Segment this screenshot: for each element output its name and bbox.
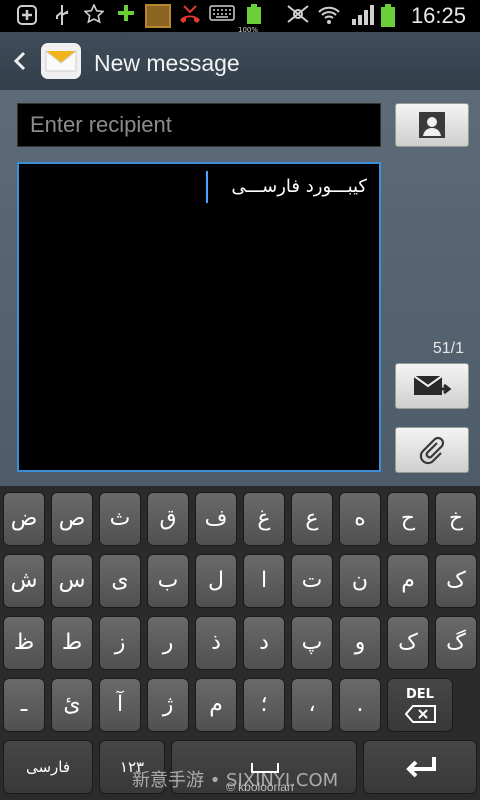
missed-call-icon: [176, 4, 204, 28]
key-row1-10[interactable]: ض: [3, 492, 45, 546]
language-key[interactable]: فارسی: [3, 740, 93, 794]
enter-key[interactable]: [363, 740, 477, 794]
key-row3-4[interactable]: پ: [291, 616, 333, 670]
key-row2-1[interactable]: ک: [435, 554, 477, 608]
key-row2-7[interactable]: ب: [147, 554, 189, 608]
mute-icon: [284, 4, 312, 28]
back-icon[interactable]: [8, 44, 32, 78]
signal-icon: [350, 4, 376, 28]
key-row1-6[interactable]: ف: [195, 492, 237, 546]
key-row3-9[interactable]: ط: [51, 616, 93, 670]
key-row4-8[interactable]: ـ: [3, 678, 45, 732]
key-row2-10[interactable]: ش: [3, 554, 45, 608]
text-cursor: [206, 171, 208, 203]
key-row1-9[interactable]: ص: [51, 492, 93, 546]
wifi-icon: [316, 4, 342, 28]
key-row1-4[interactable]: ع: [291, 492, 333, 546]
key-row3-8[interactable]: ز: [99, 616, 141, 670]
key-row3-5[interactable]: د: [243, 616, 285, 670]
key-row2-6[interactable]: ل: [195, 554, 237, 608]
credit-text: © kboloorian: [226, 780, 294, 794]
contacts-button[interactable]: [395, 103, 469, 147]
key-row2-4[interactable]: ت: [291, 554, 333, 608]
key-row3-2[interactable]: ک: [387, 616, 429, 670]
add-icon: [14, 4, 40, 28]
paperclip-icon: [419, 436, 445, 465]
compose-area: کیبـــورد فارســـی 51/1: [0, 90, 480, 486]
key-row4-6[interactable]: آ: [99, 678, 141, 732]
character-counter: 51/1: [432, 340, 464, 357]
battery-full-icon: [378, 4, 398, 28]
recipient-field[interactable]: [17, 103, 381, 147]
key-row1-5[interactable]: غ: [243, 492, 285, 546]
enter-icon: [406, 757, 436, 778]
key-row1-3[interactable]: ه: [339, 492, 381, 546]
key-row2-5[interactable]: ا: [243, 554, 285, 608]
status-bar: 100% 16:25: [0, 0, 480, 34]
key-row2-3[interactable]: ن: [339, 554, 381, 608]
message-text: کیبـــورد فارســـی: [231, 176, 367, 197]
action-bar: New message: [0, 32, 480, 91]
key-row4-4[interactable]: م: [195, 678, 237, 732]
key-row1-2[interactable]: ح: [387, 492, 429, 546]
send-button[interactable]: [395, 363, 469, 409]
key-row1-7[interactable]: ق: [147, 492, 189, 546]
battery-icon: 100%: [238, 4, 268, 34]
star-icon: [82, 3, 106, 28]
key-row4-1[interactable]: .: [339, 678, 381, 732]
key-row2-9[interactable]: س: [51, 554, 93, 608]
key-row2-2[interactable]: م: [387, 554, 429, 608]
backspace-icon: [405, 705, 436, 723]
key-row2-8[interactable]: ی: [99, 554, 141, 608]
key-row3-6[interactable]: ذ: [195, 616, 237, 670]
key-row4-5[interactable]: ژ: [147, 678, 189, 732]
message-input[interactable]: کیبـــورد فارســـی: [17, 162, 381, 472]
attach-button[interactable]: [395, 427, 469, 473]
persian-keyboard: ض ص ث ق ف غ ع ه ح خ ش س ی ب ل ا ت ن م ک …: [0, 486, 480, 800]
usb-icon: [50, 4, 74, 28]
key-row3-10[interactable]: ظ: [3, 616, 45, 670]
contact-icon: [419, 112, 445, 138]
delete-key[interactable]: DEL: [387, 678, 453, 732]
key-row1-1[interactable]: خ: [435, 492, 477, 546]
key-row3-1[interactable]: گ: [435, 616, 477, 670]
send-icon: [413, 375, 452, 395]
message-app-icon: [40, 41, 82, 81]
clock: 16:25: [410, 3, 466, 28]
app-thumbnail-icon: [144, 4, 172, 28]
recipient-input[interactable]: [18, 104, 380, 146]
page-title: New message: [94, 50, 240, 76]
keyboard-icon: [208, 4, 236, 28]
key-row3-3[interactable]: و: [339, 616, 381, 670]
key-row1-8[interactable]: ث: [99, 492, 141, 546]
key-row4-7[interactable]: ئ: [51, 678, 93, 732]
key-row4-3[interactable]: ؛: [243, 678, 285, 732]
plus-icon: [114, 4, 138, 28]
key-row3-7[interactable]: ر: [147, 616, 189, 670]
key-row4-2[interactable]: ،: [291, 678, 333, 732]
